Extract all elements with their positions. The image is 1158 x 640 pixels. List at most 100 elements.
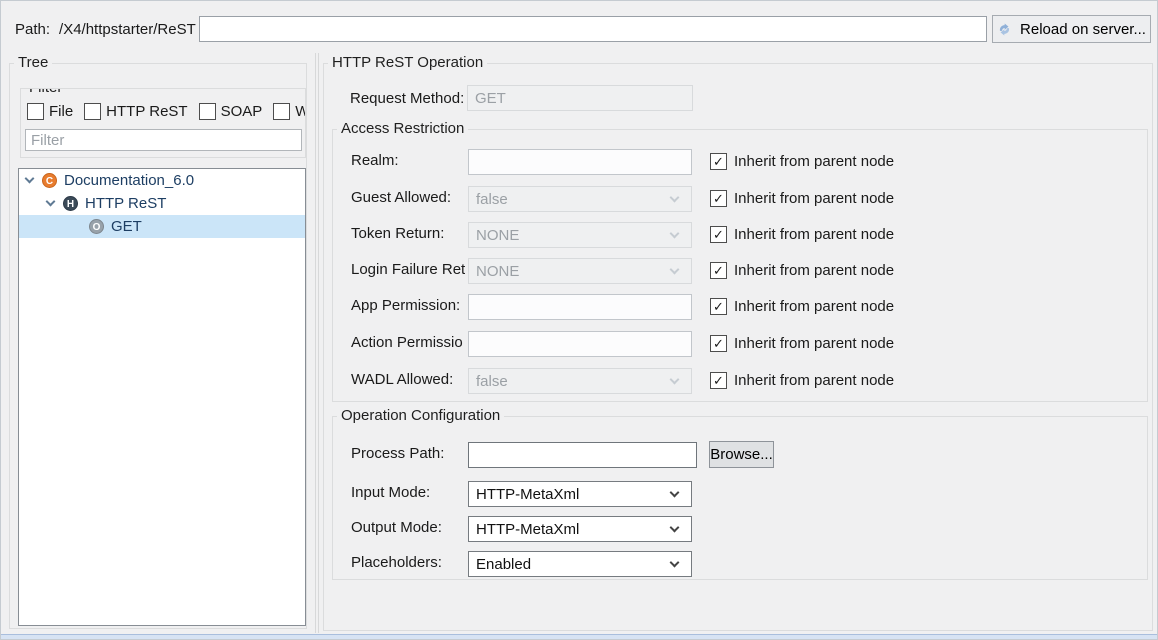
channel-icon: C xyxy=(42,173,57,188)
inherit-checkbox[interactable] xyxy=(710,153,727,170)
guest-allowed-label: Guest Allowed: xyxy=(351,189,465,206)
action-permission-label: Action Permissio xyxy=(351,334,465,351)
wadl-allowed-inherit[interactable]: Inherit from parent node xyxy=(710,372,894,389)
tree-node-get[interactable]: O GET xyxy=(19,215,305,238)
tree-node-label: GET xyxy=(111,218,142,235)
browse-button[interactable]: Browse... xyxy=(709,441,774,468)
request-method-label: Request Method: xyxy=(350,90,464,107)
chevron-down-icon xyxy=(670,265,680,275)
login-failure-label: Login Failure Ret xyxy=(351,261,465,278)
http-icon: H xyxy=(63,196,78,211)
filter-checkbox-wadl[interactable]: WADL xyxy=(273,103,306,120)
login-failure-value: NONE xyxy=(476,263,519,280)
guest-allowed-select: false xyxy=(468,186,692,212)
filter-input[interactable] xyxy=(25,129,302,151)
reload-button-label: Reload on server... xyxy=(1020,21,1146,38)
inherit-checkbox[interactable] xyxy=(710,335,727,352)
inherit-label: Inherit from parent node xyxy=(734,190,894,207)
inherit-checkbox[interactable] xyxy=(710,190,727,207)
operation-icon: O xyxy=(89,219,104,234)
filter-checkbox-http-rest[interactable]: HTTP ReST xyxy=(84,103,187,120)
http-rest-checkbox[interactable] xyxy=(84,103,101,120)
app-permission-row: App Permission: Inherit from parent node xyxy=(333,294,1147,320)
action-permission-row: Action Permissio Inherit from parent nod… xyxy=(333,331,1147,357)
tree-node-http-rest[interactable]: H HTTP ReST xyxy=(19,192,305,215)
http-rest-checkbox-label: HTTP ReST xyxy=(106,103,187,120)
chevron-down-icon xyxy=(670,488,680,498)
operation-configuration-title: Operation Configuration xyxy=(337,407,504,424)
chevron-down-icon xyxy=(670,193,680,203)
panel-splitter[interactable] xyxy=(315,53,319,633)
wadl-checkbox-label: WADL xyxy=(295,103,306,120)
output-mode-row: Output Mode: HTTP-MetaXml xyxy=(333,516,1147,542)
placeholders-row: Placeholders: Enabled xyxy=(333,551,1147,577)
action-permission-input[interactable] xyxy=(468,331,692,357)
horizontal-scrollbar[interactable] xyxy=(1,634,1157,639)
application-window: Path: /X4/httpstarter/ReST Reload on ser… xyxy=(0,0,1158,640)
guest-allowed-inherit[interactable]: Inherit from parent node xyxy=(710,190,894,207)
path-input[interactable] xyxy=(199,16,987,42)
file-checkbox-label: File xyxy=(49,103,73,120)
input-mode-label: Input Mode: xyxy=(351,484,465,501)
chevron-down-icon xyxy=(670,375,680,385)
token-return-select: NONE xyxy=(468,222,692,248)
operation-panel: HTTP ReST Operation Request Method: Acce… xyxy=(323,63,1153,631)
inherit-checkbox[interactable] xyxy=(710,262,727,279)
reload-on-server-button[interactable]: Reload on server... xyxy=(992,15,1151,43)
input-mode-select[interactable]: HTTP-MetaXml xyxy=(468,481,692,507)
path-label: Path: xyxy=(15,21,50,38)
login-failure-select: NONE xyxy=(468,258,692,284)
chevron-down-icon xyxy=(670,523,680,533)
inherit-checkbox[interactable] xyxy=(710,226,727,243)
wadl-allowed-row: WADL Allowed: false Inherit from parent … xyxy=(333,368,1147,394)
login-failure-row: Login Failure Ret NONE Inherit from pare… xyxy=(333,258,1147,284)
inherit-checkbox[interactable] xyxy=(710,298,727,315)
login-failure-inherit[interactable]: Inherit from parent node xyxy=(710,262,894,279)
path-value: /X4/httpstarter/ReST xyxy=(59,21,196,38)
tree-panel: Tree Filter File HTTP ReST SOAP WA xyxy=(9,63,307,629)
chevron-down-icon xyxy=(670,558,680,568)
guest-allowed-value: false xyxy=(476,191,508,208)
tree-node-documentation[interactable]: C Documentation_6.0 xyxy=(19,169,305,192)
app-permission-input[interactable] xyxy=(468,294,692,320)
process-path-input[interactable] xyxy=(468,442,697,468)
inherit-checkbox[interactable] xyxy=(710,372,727,389)
realm-inherit[interactable]: Inherit from parent node xyxy=(710,153,894,170)
chevron-down-icon[interactable] xyxy=(46,197,56,207)
filter-group-title: Filter xyxy=(25,88,66,96)
file-checkbox[interactable] xyxy=(27,103,44,120)
inherit-label: Inherit from parent node xyxy=(734,372,894,389)
token-return-inherit[interactable]: Inherit from parent node xyxy=(710,226,894,243)
inherit-label: Inherit from parent node xyxy=(734,335,894,352)
wadl-checkbox[interactable] xyxy=(273,103,290,120)
input-mode-value: HTTP-MetaXml xyxy=(476,486,579,503)
process-path-row: Process Path: Browse... xyxy=(333,442,1147,468)
filter-checkbox-row: File HTTP ReST SOAP WADL xyxy=(27,103,306,120)
token-return-value: NONE xyxy=(476,227,519,244)
access-restriction-title: Access Restriction xyxy=(337,120,468,137)
filter-checkbox-soap[interactable]: SOAP xyxy=(199,103,263,120)
operation-configuration-group: Operation Configuration Process Path: Br… xyxy=(332,416,1148,580)
request-method-field xyxy=(467,85,693,111)
filter-group: Filter File HTTP ReST SOAP WADL xyxy=(20,88,306,158)
wadl-allowed-label: WADL Allowed: xyxy=(351,371,465,388)
path-bar: Path: /X4/httpstarter/ReST Reload on ser… xyxy=(1,1,1157,51)
filter-checkbox-file[interactable]: File xyxy=(27,103,73,120)
output-mode-select[interactable]: HTTP-MetaXml xyxy=(468,516,692,542)
action-permission-inherit[interactable]: Inherit from parent node xyxy=(710,335,894,352)
app-permission-inherit[interactable]: Inherit from parent node xyxy=(710,298,894,315)
path-label-group: Path: /X4/httpstarter/ReST xyxy=(15,21,196,38)
output-mode-value: HTTP-MetaXml xyxy=(476,521,579,538)
realm-row: Realm: Inherit from parent node xyxy=(333,149,1147,175)
process-path-label: Process Path: xyxy=(351,445,465,462)
tree-node-label: Documentation_6.0 xyxy=(64,172,194,189)
chevron-down-icon[interactable] xyxy=(25,174,35,184)
chevron-down-icon xyxy=(670,229,680,239)
wadl-allowed-value: false xyxy=(476,373,508,390)
realm-input[interactable] xyxy=(468,149,692,175)
tree-view: C Documentation_6.0 H HTTP ReST O GET xyxy=(18,168,306,626)
placeholders-value: Enabled xyxy=(476,556,531,573)
placeholders-select[interactable]: Enabled xyxy=(468,551,692,577)
soap-checkbox[interactable] xyxy=(199,103,216,120)
inherit-label: Inherit from parent node xyxy=(734,262,894,279)
